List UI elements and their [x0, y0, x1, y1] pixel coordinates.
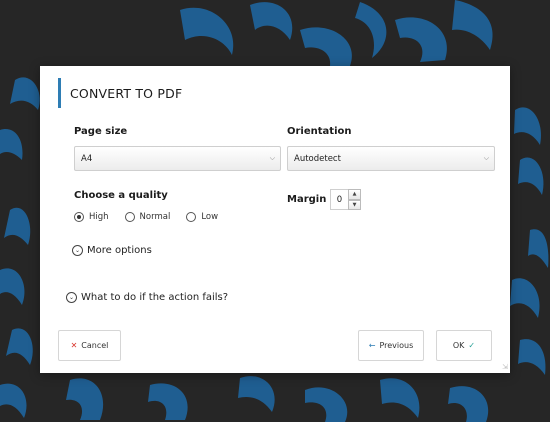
page-size-value: A4 [81, 153, 93, 164]
on-fail-toggle[interactable]: ⌄ What to do if the action fails? [66, 292, 228, 303]
quality-radio-low[interactable]: Low [186, 212, 218, 222]
resize-grip-icon[interactable]: ⇲ [502, 363, 508, 371]
quality-radio-group: High Normal Low [74, 212, 234, 222]
margin-decrement-button[interactable]: ▼ [348, 199, 361, 210]
margin-input[interactable]: 0 [330, 189, 348, 210]
orientation-select[interactable]: Autodetect ⌵ [287, 146, 495, 171]
previous-label: Previous [379, 341, 414, 350]
check-icon: ✓ [468, 341, 476, 350]
radio-label: Normal [139, 212, 171, 222]
page-size-select[interactable]: A4 ⌵ [74, 146, 281, 171]
radio-label: Low [201, 212, 219, 222]
chevron-down-icon: ⌄ [72, 245, 83, 256]
dialog-title: CONVERT TO PDF [58, 78, 182, 108]
radio-icon [124, 212, 135, 222]
on-fail-label: What to do if the action fails? [81, 292, 229, 303]
margin-stepper: 0 ▲ ▼ [330, 189, 361, 210]
more-options-toggle[interactable]: ⌄ More options [72, 245, 152, 256]
orientation-label: Orientation [287, 126, 352, 137]
margin-increment-button[interactable]: ▲ [348, 189, 361, 200]
radio-label: High [89, 212, 109, 222]
select-caret-icon: ⌵ [483, 154, 489, 162]
cancel-label: Cancel [81, 341, 109, 350]
close-icon: ✕ [70, 341, 78, 350]
ok-label: OK [452, 341, 465, 350]
chevron-down-icon: ⌄ [66, 292, 77, 303]
convert-to-pdf-dialog: CONVERT TO PDF Page size A4 ⌵ Orientatio… [40, 66, 510, 373]
radio-icon [74, 212, 84, 222]
select-caret-icon: ⌵ [269, 154, 275, 162]
cancel-button[interactable]: ✕ Cancel [58, 330, 121, 361]
ok-button[interactable]: OK ✓ [436, 330, 492, 361]
arrow-left-icon: ← [368, 341, 376, 350]
previous-button[interactable]: ← Previous [358, 330, 424, 361]
quality-radio-normal[interactable]: Normal [124, 212, 171, 222]
page-size-label: Page size [74, 126, 128, 137]
orientation-value: Autodetect [294, 153, 341, 164]
quality-label: Choose a quality [74, 190, 168, 201]
radio-icon [186, 212, 197, 222]
more-options-label: More options [87, 245, 152, 256]
margin-label: Margin [287, 194, 327, 205]
quality-radio-high[interactable]: High [74, 212, 109, 222]
